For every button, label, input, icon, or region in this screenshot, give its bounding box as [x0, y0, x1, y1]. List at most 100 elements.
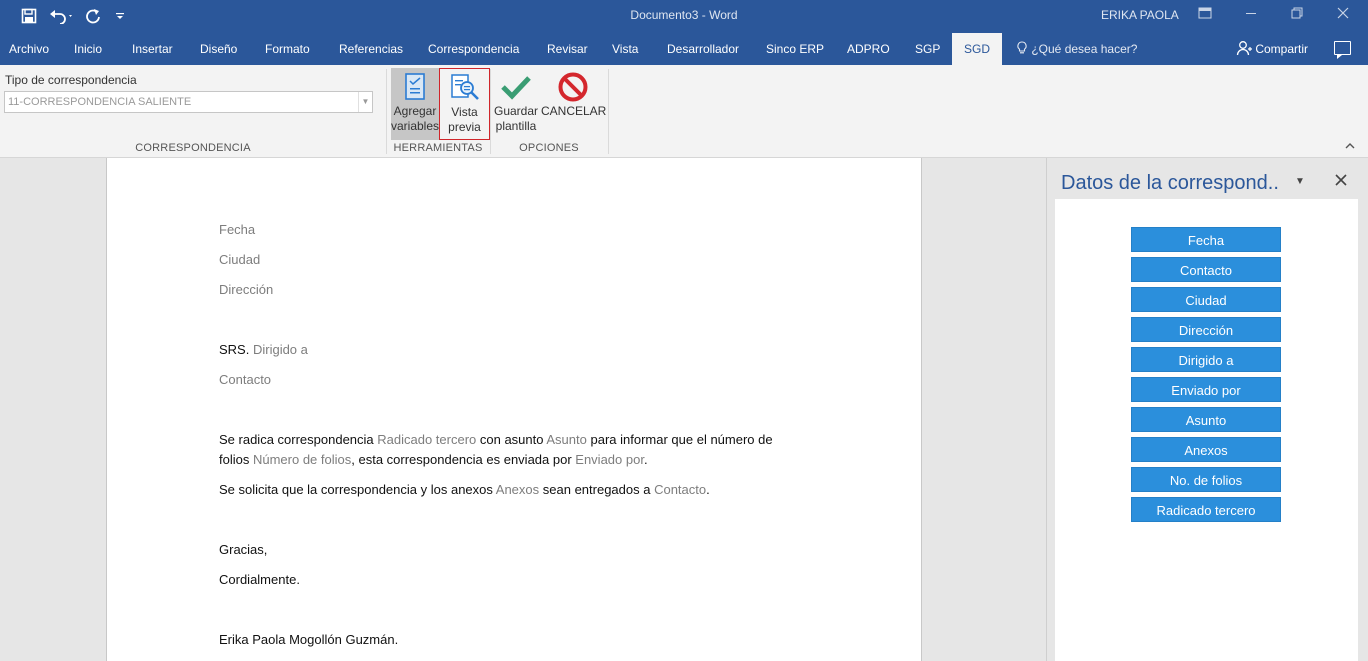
add-variables-icon	[391, 68, 439, 104]
text: con asunto	[476, 432, 547, 447]
var-button-ciudad[interactable]: Ciudad	[1131, 287, 1281, 312]
group-label-herramientas: HERRAMIENTAS	[393, 142, 483, 154]
ribbon-display-options-icon[interactable]	[1194, 5, 1216, 25]
field-radicado-tercero: Radicado tercero	[377, 432, 477, 447]
field-contacto: Contacto	[219, 372, 272, 387]
cancelar-button[interactable]: CANCELAR	[541, 68, 607, 140]
guardar-label-line1: Guardar	[493, 104, 539, 118]
paragraph-2: Se solicita que la correspondencia y los…	[219, 482, 710, 497]
tab-correspondencia[interactable]: Correspondencia	[428, 33, 519, 65]
text: sean entregados a	[539, 482, 655, 497]
group-divider	[608, 69, 609, 154]
srs-text: SRS.	[219, 342, 253, 357]
tab-revisar[interactable]: Revisar	[547, 33, 588, 65]
var-button-radicado-tercero[interactable]: Radicado tercero	[1131, 497, 1281, 522]
preview-magnifier-icon	[440, 69, 489, 105]
tipo-correspondencia-select[interactable]: 11-CORRESPONDENCIA SALIENTE ▼	[4, 91, 373, 113]
group-label-opciones: OPCIONES	[519, 142, 579, 154]
document-area: Fecha Ciudad Dirección SRS. Dirigido a C…	[0, 158, 1046, 661]
group-divider	[386, 69, 387, 154]
text: .	[643, 452, 648, 467]
agregar-label-line1: Agregar	[393, 104, 437, 118]
pane-options-icon[interactable]: ▼	[1295, 176, 1305, 187]
pane-title: Datos de la correspond..	[1061, 172, 1279, 194]
text: Se radica correspondencia	[219, 432, 378, 447]
comments-icon[interactable]	[1334, 41, 1351, 59]
field-fecha: Fecha	[219, 222, 256, 237]
var-button-direccion[interactable]: Dirección	[1131, 317, 1281, 342]
share-label: Compartir	[1255, 42, 1309, 56]
field-asunto: Asunto	[546, 432, 587, 447]
lightbulb-icon	[1016, 41, 1031, 56]
field-dirigido-a: Dirigido a	[252, 342, 308, 357]
agregar-label-line2: variables	[391, 119, 440, 133]
tab-adpro[interactable]: ADPRO	[847, 33, 890, 65]
var-button-enviado-por[interactable]: Enviado por	[1131, 377, 1281, 402]
tab-insertar[interactable]: Insertar	[132, 33, 173, 65]
tipo-correspondencia-label: Tipo de correspondencia	[5, 73, 137, 87]
vista-label-line1: Vista	[451, 105, 478, 119]
paragraph-1-line-1: Se radica correspondencia Radicado terce…	[219, 432, 773, 447]
close-window-icon[interactable]	[1332, 5, 1354, 25]
tab-diseno[interactable]: Diseño	[200, 33, 237, 65]
field-ciudad: Ciudad	[219, 252, 261, 267]
tab-sinco-erp[interactable]: Sinco ERP	[766, 33, 824, 65]
group-divider	[490, 69, 491, 154]
person-icon	[1236, 41, 1255, 56]
guardar-plantilla-button[interactable]: Guardar plantilla	[493, 68, 539, 140]
text: .	[706, 482, 710, 497]
collapse-ribbon-icon[interactable]	[1345, 142, 1355, 153]
vista-label-line2: previa	[448, 120, 481, 134]
text: , esta correspondencia es enviada por	[351, 452, 576, 467]
user-name[interactable]: ERIKA PAOLA	[1101, 8, 1179, 22]
tab-archivo[interactable]: Archivo	[9, 33, 49, 65]
tell-me-text: ¿Qué desea hacer?	[1031, 42, 1138, 56]
recipient-line: SRS. Dirigido a	[219, 342, 308, 357]
restore-icon[interactable]	[1286, 5, 1308, 25]
var-button-anexos[interactable]: Anexos	[1131, 437, 1281, 462]
field-enviado-por: Enviado por	[575, 452, 644, 467]
share-button[interactable]: Compartir	[1236, 33, 1308, 65]
var-button-fecha[interactable]: Fecha	[1131, 227, 1281, 252]
tab-inicio[interactable]: Inicio	[74, 33, 102, 65]
tell-me-box[interactable]: ¿Qué desea hacer?	[1016, 33, 1137, 65]
tab-vista[interactable]: Vista	[612, 33, 638, 65]
vista-previa-button[interactable]: Vista previa	[439, 68, 490, 140]
tab-referencias[interactable]: Referencias	[339, 33, 403, 65]
minimize-icon[interactable]	[1240, 5, 1262, 25]
checkmark-icon	[493, 68, 539, 104]
tipo-correspondencia-value: 11-CORRESPONDENCIA SALIENTE	[8, 96, 192, 108]
title-bar: Documento3 - Word ERIKA PAOLA	[0, 0, 1368, 33]
ribbon-tabs: Archivo Inicio Insertar Diseño Formato R…	[0, 33, 1368, 65]
tab-sgp[interactable]: SGP	[915, 33, 940, 65]
ribbon-panel: Tipo de correspondencia 11-CORRESPONDENC…	[0, 65, 1368, 158]
close-pane-icon[interactable]	[1335, 170, 1347, 191]
text: folios	[219, 452, 253, 467]
document-page[interactable]: Fecha Ciudad Dirección SRS. Dirigido a C…	[106, 158, 922, 661]
field-contacto: Contacto	[654, 482, 707, 497]
pane-body: Fecha Contacto Ciudad Dirección Dirigido…	[1055, 199, 1358, 661]
paragraph-1-line-2: folios Número de folios, esta correspond…	[219, 452, 648, 467]
var-button-asunto[interactable]: Asunto	[1131, 407, 1281, 432]
task-pane: Datos de la correspond.. ▼ Fecha Contact…	[1046, 158, 1368, 661]
tab-formato[interactable]: Formato	[265, 33, 310, 65]
cancelar-label: CANCELAR	[541, 104, 607, 118]
var-button-contacto[interactable]: Contacto	[1131, 257, 1281, 282]
group-label-correspondencia: CORRESPONDENCIA	[135, 142, 251, 154]
var-button-no-folios[interactable]: No. de folios	[1131, 467, 1281, 492]
signature-name: Erika Paola Mogollón Guzmán.	[219, 632, 399, 647]
prohibited-icon	[541, 68, 604, 104]
agregar-variables-button[interactable]: Agregar variables	[391, 68, 439, 140]
closing-cordialmente: Cordialmente.	[219, 572, 300, 587]
var-button-dirigido-a[interactable]: Dirigido a	[1131, 347, 1281, 372]
closing-gracias: Gracias,	[219, 542, 268, 557]
text: para informar que el número de	[586, 432, 773, 447]
field-direccion: Dirección	[219, 282, 274, 297]
chevron-down-icon[interactable]: ▼	[358, 92, 372, 112]
guardar-label-line2: plantilla	[495, 119, 537, 133]
field-anexos: Anexos	[495, 482, 540, 497]
tab-desarrollador[interactable]: Desarrollador	[667, 33, 739, 65]
field-numero-folios: Número de folios	[252, 452, 352, 467]
tab-sgd[interactable]: SGD	[952, 33, 1003, 65]
text: Se solicita que la correspondencia y los…	[219, 482, 496, 497]
